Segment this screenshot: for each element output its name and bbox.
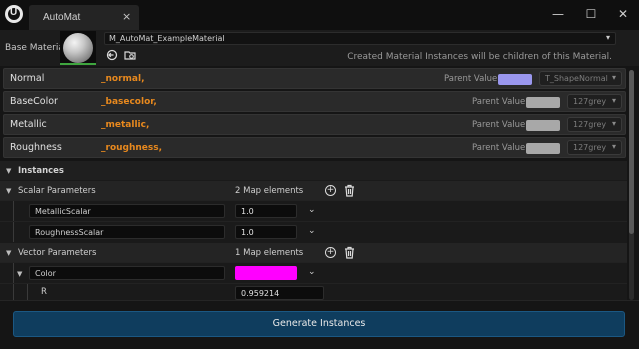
base-material-header: Base Material M_AutoMat_ExampleMaterial … [0,30,639,66]
component-label: R [41,287,47,297]
vector-parameters-group: ▼ Vector Parameters 1 Map elements + [0,242,627,262]
map-key-value: Color [35,269,56,278]
vector-parameters-title: Vector Parameters [18,248,97,258]
vertical-scrollbar[interactable] [629,70,634,300]
base-material-label: Base Material [5,43,67,53]
trash-icon[interactable] [344,246,355,259]
instances-title: Instances [18,166,64,176]
texture-select[interactable]: 127grey ▾ [567,140,622,155]
component-value-field[interactable]: 0.959214 [235,286,324,300]
chevron-down-icon: ▾ [611,96,616,105]
tab-title: AutoMat [43,12,81,23]
chevron-down-icon[interactable]: ⌄ [308,226,316,236]
title-bar: U AutoMat × — ☐ ✕ [0,0,639,30]
param-row-basecolor: BaseColor _basecolor, Parent Value: 127g… [3,91,626,112]
collapse-arrow-icon[interactable]: ▼ [6,187,11,195]
scrollbar-thumb[interactable] [629,70,634,234]
footer: Generate Instances [0,300,639,349]
texture-select-value: T_ShapeNormal [545,74,608,83]
instances-section-header[interactable]: ▼ Instances [0,161,627,180]
map-entry-row: RoughnessScalar 1.0 ⌄ [0,221,627,243]
vector-entry-row: ▼ Color ⌄ [0,262,627,284]
texture-select[interactable]: T_ShapeNormal ▾ [539,71,622,86]
parent-value-swatch[interactable] [526,120,560,131]
param-row-normal: Normal _normal, Parent Value: T_ShapeNor… [3,68,626,89]
parent-value-swatch[interactable] [526,143,560,154]
indent-guide [27,284,28,301]
scalar-parameters-title: Scalar Parameters [18,186,96,196]
tab-close-icon[interactable]: × [122,10,131,23]
generate-instances-button[interactable]: Generate Instances [13,311,625,337]
use-selected-asset-icon[interactable] [106,49,118,61]
parent-value-label: Parent Value: [444,74,501,84]
unreal-logo-icon: U [5,5,23,23]
indent-guide [13,222,14,243]
param-suffix-field[interactable]: _normal, [101,74,144,84]
color-swatch[interactable] [235,266,297,280]
collapse-arrow-icon[interactable]: ▼ [17,270,22,278]
texture-select-value: 127grey [573,120,607,129]
chevron-down-icon[interactable]: ⌄ [308,267,316,277]
map-key-field[interactable]: Color [29,266,225,280]
texture-select-value: 127grey [573,97,607,106]
parent-value-swatch[interactable] [526,97,560,108]
asset-name: M_AutoMat_ExampleMaterial [109,34,225,43]
chevron-down-icon: ▾ [611,119,616,128]
map-value: 1.0 [241,228,254,237]
map-key-field[interactable]: RoughnessScalar [29,225,225,239]
param-row-roughness: Roughness _roughness, Parent Value: 127g… [3,137,626,158]
chevron-down-icon: ▾ [611,142,616,151]
texture-select[interactable]: 127grey ▾ [567,94,622,109]
tab-automat[interactable]: AutoMat × [29,5,139,30]
param-suffix-field[interactable]: _basecolor, [101,97,157,107]
map-value-field[interactable]: 1.0 [235,204,297,218]
param-suffix-field[interactable]: _roughness, [101,143,162,153]
chevron-down-icon: ▾ [611,73,616,82]
material-thumbnail[interactable] [60,31,96,65]
param-name: Normal [10,73,45,84]
indent-guide [13,201,14,222]
close-window-button[interactable]: ✕ [614,7,632,21]
param-name: Metallic [10,119,47,130]
maximize-button[interactable]: ☐ [582,7,600,21]
vector-component-row: R 0.959214 [0,283,627,301]
base-material-hint: Created Material Instances will be child… [347,52,612,62]
param-name: Roughness [10,142,62,153]
component-value: 0.959214 [241,289,280,298]
map-value-field[interactable]: 1.0 [235,225,297,239]
scalar-parameters-group: ▼ Scalar Parameters 2 Map elements + [0,180,627,200]
collapse-arrow-icon[interactable]: ▼ [6,167,11,175]
parent-value-swatch[interactable] [498,74,532,85]
param-row-metallic: Metallic _metallic, Parent Value: 127gre… [3,114,626,135]
texture-select-value: 127grey [573,143,607,152]
parent-value-label: Parent Value: [472,120,529,130]
trash-icon[interactable] [344,184,355,197]
collapse-arrow-icon[interactable]: ▼ [6,249,11,257]
add-element-icon[interactable]: + [325,185,336,196]
map-entry-row: MetallicScalar 1.0 ⌄ [0,200,627,222]
browse-to-asset-icon[interactable] [124,49,136,61]
chevron-down-icon: ▾ [605,33,610,42]
texture-select[interactable]: 127grey ▾ [567,117,622,132]
indent-guide [13,284,14,301]
base-material-picker[interactable]: M_AutoMat_ExampleMaterial ▾ [104,32,616,45]
map-key-value: RoughnessScalar [35,228,104,237]
minimize-button[interactable]: — [549,7,567,21]
material-sphere-preview [63,33,93,63]
map-key-value: MetallicScalar [35,207,91,216]
map-element-count: 2 Map elements [235,186,304,196]
map-value: 1.0 [241,207,254,216]
param-name: BaseColor [10,96,58,107]
parent-value-label: Parent Value: [472,97,529,107]
add-element-icon[interactable]: + [325,247,336,258]
indent-guide [13,263,14,284]
param-suffix-field[interactable]: _metallic, [101,120,149,130]
chevron-down-icon[interactable]: ⌄ [308,205,316,215]
parent-value-label: Parent Value: [472,143,529,153]
map-element-count: 1 Map elements [235,248,304,258]
map-key-field[interactable]: MetallicScalar [29,204,225,218]
